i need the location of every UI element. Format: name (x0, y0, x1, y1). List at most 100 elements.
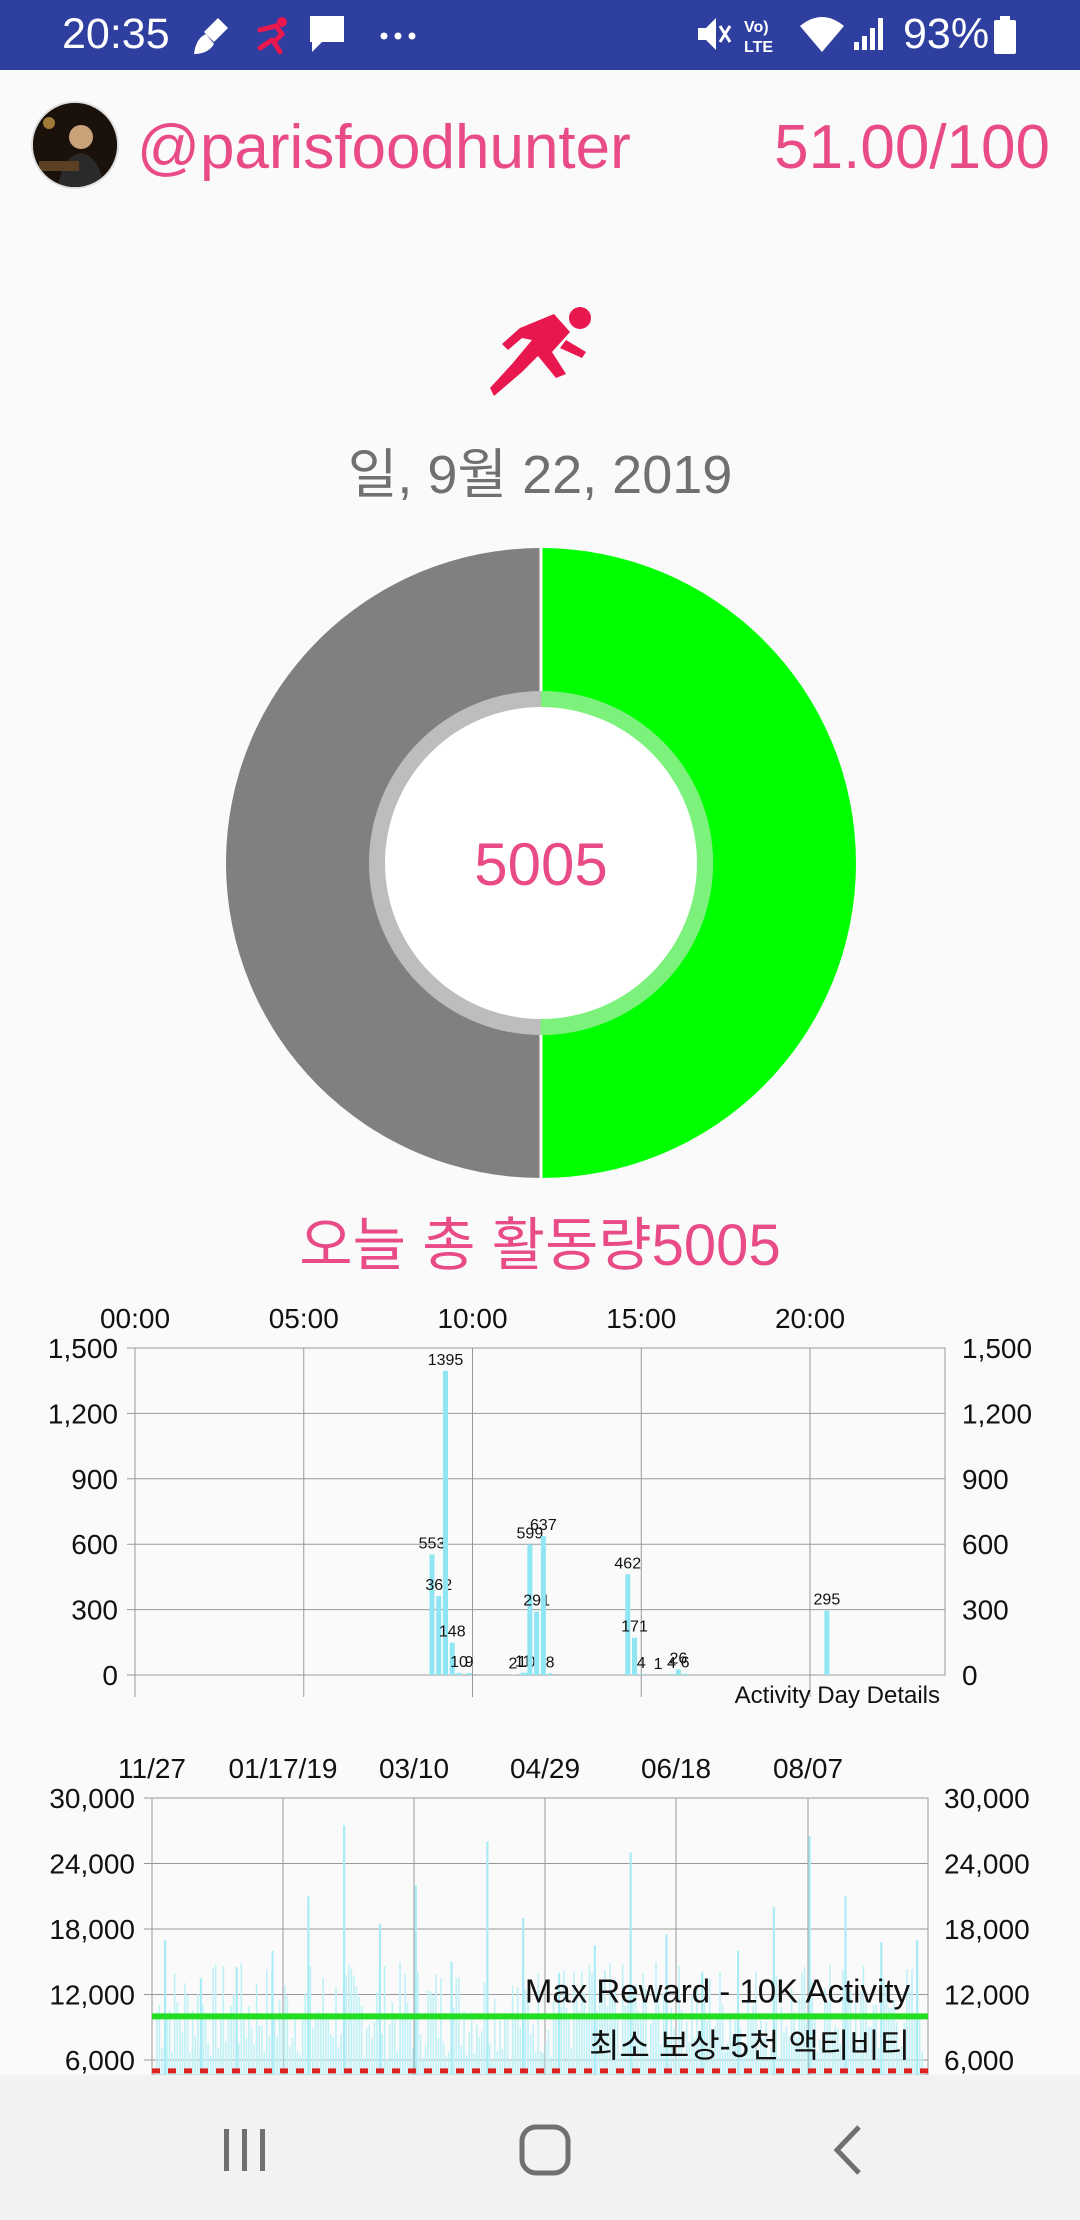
bar (547, 1673, 553, 1675)
history-bar (194, 2036, 196, 2075)
history-bar (547, 2030, 550, 2075)
history-bar (327, 2016, 330, 2075)
history-bar (225, 2041, 227, 2075)
history-bar (463, 2011, 465, 2075)
history-bar (161, 2048, 163, 2075)
score: 51.00/100 (774, 113, 1050, 182)
history-bar (465, 2054, 468, 2075)
home-icon[interactable] (510, 2115, 580, 2185)
history-bar (243, 2016, 245, 2075)
history-bar (555, 2016, 557, 2075)
y-tick-right: 1,500 (962, 1333, 1032, 1364)
history-bar (401, 2015, 404, 2075)
signal-icon (854, 18, 883, 50)
bar-label: 553 (419, 1535, 446, 1552)
history-bar (501, 2049, 504, 2075)
history-bar (317, 2011, 319, 2075)
bar-label: 10 (518, 1654, 536, 1671)
history-bar (568, 2018, 570, 2075)
history-bar (404, 1974, 406, 2075)
x-tick: 20:00 (775, 1303, 845, 1334)
y-tick-left: 12,000 (49, 1980, 135, 2011)
y-tick-left: 1,500 (48, 1333, 118, 1364)
y-tick-left: 300 (71, 1595, 118, 1626)
history-bar (301, 2019, 304, 2075)
reference-line-label: Max Reward - 10K Activity (525, 1972, 911, 2009)
history-activity-chart: 30,000 30,000 24,000 24,000 18,000 18,000 12,0… (49, 1753, 1030, 2075)
day-activity-chart: 1,500 1,5001,200 1,200900 900600 600300 3000 0… (48, 1303, 1032, 1709)
history-bar (506, 2019, 509, 2075)
bar (638, 1674, 644, 1675)
history-bar (447, 2051, 450, 2075)
history-bar (260, 2025, 263, 2075)
history-bar (383, 1966, 386, 2075)
x-tick: 05:00 (269, 1303, 339, 1334)
history-bar (550, 2057, 552, 2075)
history-bar (335, 1986, 337, 2075)
history-bar (291, 2038, 294, 2075)
history-bar (204, 2012, 207, 2075)
bar (466, 1673, 472, 1675)
x-tick: 08/07 (773, 1753, 843, 1784)
history-bar (371, 2038, 373, 2075)
x-tick: 15:00 (606, 1303, 676, 1334)
history-bar (432, 1995, 435, 2075)
bar-label: 291 (523, 1593, 550, 1610)
history-peak (343, 1825, 346, 2075)
history-bar (468, 2032, 470, 2075)
bar (824, 1610, 830, 1675)
history-bar (258, 2025, 260, 2075)
wifi-icon (800, 17, 844, 52)
history-bar (514, 2015, 516, 2075)
bar-label: 6 (681, 1655, 690, 1672)
x-tick: 06/18 (641, 1753, 711, 1784)
history-bar (222, 1966, 225, 2075)
history-bar (232, 1993, 235, 2075)
history-bar (529, 2033, 532, 2075)
navigation-bar (0, 2075, 1080, 2220)
x-tick: 00:00 (100, 1303, 170, 1334)
history-bar (179, 2019, 181, 2075)
avatar[interactable] (31, 101, 119, 189)
history-bar (481, 2030, 483, 2075)
history-bar (350, 1968, 353, 2075)
history-bar (496, 2051, 499, 2075)
bar (456, 1672, 462, 1675)
history-bar (586, 2014, 588, 2075)
history-bar (409, 2013, 412, 2075)
avatar-photo (33, 103, 117, 187)
bar-label: 9 (465, 1654, 474, 1671)
history-bar (324, 2015, 327, 2075)
history-bar (422, 2057, 424, 2075)
history-bar (181, 2032, 184, 2075)
recents-icon[interactable] (210, 2115, 280, 2185)
history-bar (278, 2000, 281, 2075)
history-bar (186, 1995, 189, 2075)
y-tick-left: 18,000 (49, 1914, 135, 1945)
history-bar (532, 2024, 534, 2075)
history-bar (220, 2016, 222, 2075)
y-tick-right: 24,000 (944, 1849, 1030, 1880)
history-bar (493, 1998, 496, 2075)
history-bar (345, 1975, 348, 2075)
history-peak (486, 1841, 489, 2075)
history-bar (156, 2011, 158, 2075)
username[interactable]: @parisfoodhunter (137, 112, 631, 183)
history-bar (368, 2024, 371, 2075)
y-tick-left: 600 (71, 1529, 118, 1560)
y-tick-right: 0 (962, 1660, 978, 1691)
history-bar (227, 2018, 230, 2075)
history-peak (916, 1939, 919, 2075)
back-icon[interactable] (815, 2115, 885, 2185)
y-tick-left: 6,000 (65, 2045, 135, 2075)
history-bar (391, 2002, 394, 2075)
donut-center-value: 5005 (474, 831, 607, 898)
history-bar (294, 2015, 296, 2075)
history-bar (273, 2013, 276, 2075)
history-bar (353, 1975, 355, 2075)
history-bar (196, 1993, 199, 2075)
y-tick-right: 900 (962, 1464, 1009, 1495)
history-bar (913, 2015, 916, 2075)
svg-text:LTE: LTE (744, 39, 773, 56)
history-peak (307, 1896, 310, 2075)
